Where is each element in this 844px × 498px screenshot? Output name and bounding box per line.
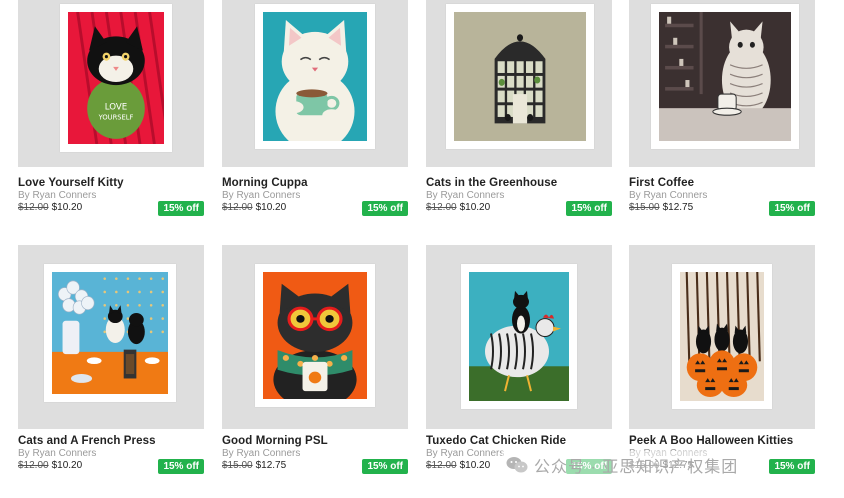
product-title[interactable]: Love Yourself Kitty bbox=[18, 177, 124, 189]
watermark: 公众号 · 亚思知识产权集团 bbox=[502, 451, 743, 479]
svg-text:YOURSELF: YOURSELF bbox=[98, 113, 134, 121]
product-thumbnail[interactable]: LOVE YOURSELF bbox=[18, 0, 204, 167]
product-prices: $12.00 $10.20 bbox=[18, 202, 82, 213]
discount-badge: 15% off bbox=[566, 201, 612, 216]
product-thumbnail[interactable] bbox=[629, 0, 815, 167]
product-prices: $12.00 $10.20 bbox=[222, 202, 286, 213]
tuxedo-cat-love-yourself-art: LOVE YOURSELF bbox=[68, 12, 164, 144]
product-title[interactable]: Cats and A French Press bbox=[18, 435, 156, 447]
print-mat bbox=[651, 4, 799, 149]
product-card[interactable]: Tuxedo Cat Chicken Ride By Ryan Conners … bbox=[426, 245, 612, 474]
greenhouse-cats-art bbox=[454, 12, 586, 141]
product-title[interactable]: Cats in the Greenhouse bbox=[426, 177, 557, 189]
product-thumbnail[interactable] bbox=[629, 245, 815, 429]
product-prices: $12.00 $10.20 bbox=[426, 460, 490, 471]
product-card[interactable]: Peek A Boo Halloween Kitties By Ryan Con… bbox=[629, 245, 815, 474]
original-price: $12.00 bbox=[18, 202, 49, 213]
product-artist[interactable]: By Ryan Conners bbox=[426, 448, 504, 459]
print-mat bbox=[44, 264, 176, 402]
cat-first-coffee-art bbox=[659, 12, 791, 141]
product-artist[interactable]: By Ryan Conners bbox=[222, 190, 300, 201]
product-card[interactable]: LOVE YOURSELF Love Yourself Kitty By Rya… bbox=[18, 0, 204, 216]
original-price: $12.00 bbox=[426, 202, 457, 213]
product-artist[interactable]: By Ryan Conners bbox=[222, 448, 300, 459]
print-mat bbox=[255, 4, 375, 149]
sale-price: $10.20 bbox=[51, 460, 83, 471]
sale-price: $10.20 bbox=[51, 202, 83, 213]
product-thumbnail[interactable] bbox=[426, 245, 612, 429]
product-thumbnail[interactable] bbox=[18, 245, 204, 429]
product-thumbnail[interactable] bbox=[426, 0, 612, 167]
product-artist[interactable]: By Ryan Conners bbox=[18, 190, 96, 201]
discount-badge: 15% off bbox=[769, 201, 815, 216]
discount-badge: 15% off bbox=[158, 201, 204, 216]
original-price: $12.00 bbox=[222, 202, 253, 213]
product-prices: $12.00 $10.20 bbox=[426, 202, 490, 213]
product-prices: $15.00$12.75 bbox=[629, 202, 693, 213]
original-price: $15.00 bbox=[629, 202, 660, 213]
cat-psl-glasses-art bbox=[263, 272, 367, 399]
original-price: $15.00 bbox=[222, 460, 253, 471]
product-card[interactable]: Good Morning PSL By Ryan Conners $15.00 $… bbox=[222, 245, 408, 474]
product-thumbnail[interactable] bbox=[222, 0, 408, 167]
print-mat bbox=[672, 264, 772, 409]
sale-price: $12.75 bbox=[255, 460, 287, 471]
product-prices: $15.00$12.75 bbox=[222, 460, 286, 471]
sale-price: $10.20 bbox=[459, 460, 491, 471]
original-price: $12.00 bbox=[426, 460, 457, 471]
product-title[interactable]: Peek A Boo Halloween Kitties bbox=[629, 435, 793, 447]
product-card[interactable]: Cats and A French Press By Ryan Conners … bbox=[18, 245, 204, 474]
product-thumbnail[interactable] bbox=[222, 245, 408, 429]
product-artist[interactable]: By Ryan Conners bbox=[629, 190, 707, 201]
discount-badge: 15% off bbox=[158, 459, 204, 474]
product-artist[interactable]: By Ryan Conners bbox=[426, 190, 504, 201]
sale-price: $10.20 bbox=[255, 202, 287, 213]
halloween-kitties-pumpkins-art bbox=[680, 272, 764, 401]
product-title[interactable]: Good Morning PSL bbox=[222, 435, 328, 447]
wechat-icon bbox=[506, 456, 528, 474]
product-title[interactable]: Morning Cuppa bbox=[222, 177, 308, 189]
white-cat-cup-art bbox=[263, 12, 367, 141]
tuxedo-cat-chicken-art bbox=[469, 272, 569, 401]
watermark-text: 公众号 · 亚思知识产权集团 bbox=[534, 459, 739, 476]
print-mat bbox=[255, 264, 375, 407]
svg-text:LOVE: LOVE bbox=[105, 102, 128, 112]
product-prices: $12.00 $10.20 bbox=[18, 460, 82, 471]
product-title[interactable]: First Coffee bbox=[629, 177, 694, 189]
print-mat bbox=[446, 4, 594, 149]
discount-badge: 15% off bbox=[362, 459, 408, 474]
product-card[interactable]: First Coffee By Ryan Conners $15.00 $12.7… bbox=[629, 0, 815, 216]
print-mat bbox=[461, 264, 577, 409]
cats-french-press-art bbox=[52, 272, 168, 394]
sale-price: $12.75 bbox=[662, 202, 694, 213]
product-title[interactable]: Tuxedo Cat Chicken Ride bbox=[426, 435, 566, 447]
print-mat: LOVE YOURSELF bbox=[60, 4, 172, 152]
product-card[interactable]: Morning Cuppa By Ryan Conners $12.00 $10.… bbox=[222, 0, 408, 216]
original-price: $12.00 bbox=[18, 460, 49, 471]
sale-price: $10.20 bbox=[459, 202, 491, 213]
discount-badge: 15% off bbox=[362, 201, 408, 216]
product-card[interactable]: Cats in the Greenhouse By Ryan Conners $… bbox=[426, 0, 612, 216]
product-artist[interactable]: By Ryan Conners bbox=[18, 448, 96, 459]
discount-badge: 15% off bbox=[769, 459, 815, 474]
